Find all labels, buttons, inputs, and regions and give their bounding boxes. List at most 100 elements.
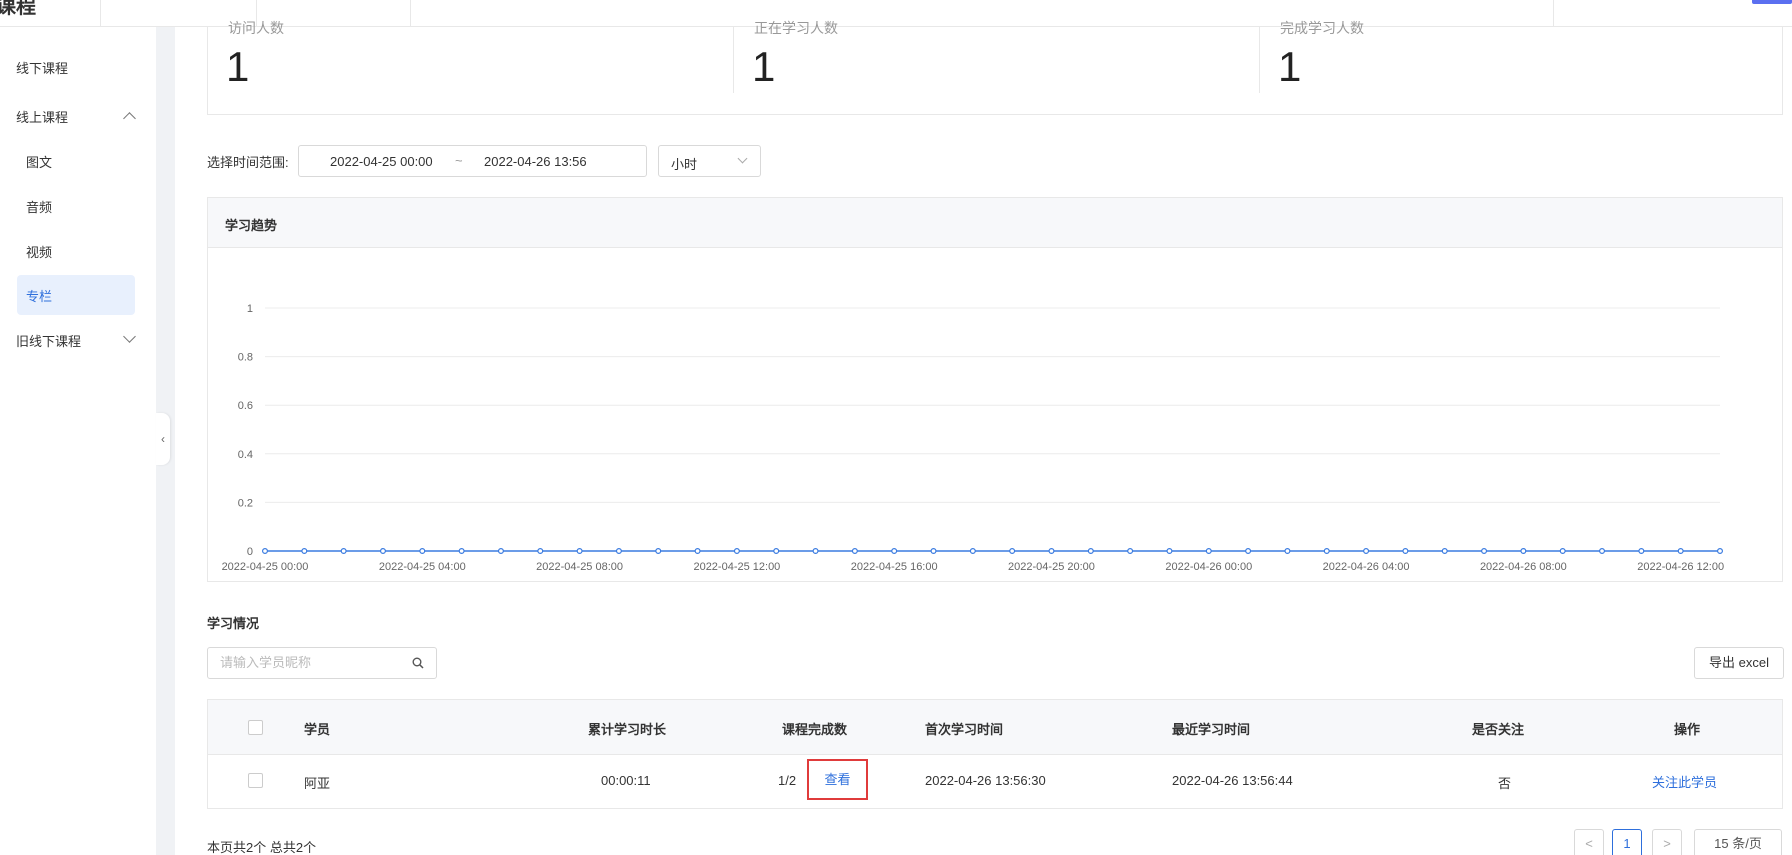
end-date[interactable]: 2022-04-26 13:56: [484, 154, 587, 169]
data-point: [379, 548, 386, 555]
x-tick-label: 2022-04-25 04:00: [379, 561, 466, 573]
y-tick-label: 0: [247, 546, 253, 558]
column-header: 操作: [1674, 722, 1701, 737]
trend-chart: 0 0.2 0.4 0.6 0.8 1 2022-04-25 00:00 2022-04-25…: [222, 303, 1725, 573]
study-duration: 00:00:11: [601, 773, 651, 788]
data-point: [969, 548, 976, 555]
data-point: [1323, 548, 1330, 555]
stat-value: 1: [1278, 43, 1302, 90]
sidebar: 线下课程 线上课程 图文 音频 视频 专栏 旧线下课程: [0, 27, 156, 855]
stat-label: 正在学习人数: [754, 20, 838, 36]
stat-value: 1: [752, 43, 776, 90]
x-tick-label: 2022-04-25 12:00: [693, 561, 780, 573]
data-point: [930, 548, 937, 555]
data-point: [773, 548, 780, 555]
data-point: [537, 548, 544, 555]
data-point: [1481, 548, 1488, 555]
x-tick-label: 2022-04-25 08:00: [536, 561, 623, 573]
data-point: [1716, 548, 1723, 555]
sidebar-item-label: 专栏: [26, 289, 53, 304]
search-icon[interactable]: [412, 657, 424, 669]
last-study-time: 2022-04-26 13:56:44: [1172, 773, 1293, 788]
data-point: [694, 548, 701, 555]
data-point: [891, 548, 898, 555]
data-point: [1048, 548, 1055, 555]
page-size-select[interactable]: 15 条/页: [1694, 829, 1782, 855]
data-point: [1166, 548, 1173, 555]
sidebar-item-offline-course[interactable]: 线下课程: [16, 59, 68, 79]
sidebar-item-online-course[interactable]: 线上课程: [16, 108, 68, 128]
data-point: [1087, 548, 1094, 555]
data-point: [851, 548, 858, 555]
data-point: [1599, 548, 1606, 555]
avatar[interactable]: [1752, 0, 1792, 4]
data-point: [458, 548, 465, 555]
select-all-checkbox[interactable]: [248, 720, 263, 735]
chevron-down-icon: [737, 153, 748, 164]
student-name: 阿亚: [304, 776, 331, 791]
column-header: 课程完成数: [782, 722, 848, 737]
granularity-select[interactable]: 小时: [658, 145, 761, 177]
x-tick-label: 2022-04-25 16:00: [851, 561, 938, 573]
study-table: 学员 累计学习时长 课程完成数 首次学习时间 最近学习时间 是否关注 操作 阿亚…: [207, 699, 1783, 809]
data-point: [1205, 548, 1212, 555]
first-study-time: 2022-04-26 13:56:30: [925, 773, 1046, 788]
data-point: [1284, 548, 1291, 555]
data-point: [655, 548, 662, 555]
export-excel-button[interactable]: 导出 excel: [1694, 647, 1784, 679]
sidebar-item-audio[interactable]: 音频: [26, 197, 52, 216]
data-point: [576, 548, 583, 555]
sidebar-item-graphic[interactable]: 图文: [26, 152, 52, 171]
x-tick-label: 2022-04-25 20:00: [1008, 561, 1095, 573]
trend-chart-card: 学习趋势 0 0.2 0.4 0.6 0.8 1 2022-04-25 00:00 2022-…: [207, 197, 1783, 582]
search-input[interactable]: [220, 655, 400, 670]
column-header: 学员: [304, 722, 331, 737]
data-point: [497, 548, 504, 555]
data-point: [261, 548, 268, 555]
prev-page-button[interactable]: <: [1574, 829, 1604, 855]
x-tick-label: 2022-04-26 12:00: [1637, 561, 1724, 573]
next-page-button[interactable]: >: [1652, 829, 1682, 855]
x-tick-label: 2022-04-26 04:00: [1323, 561, 1410, 573]
table-header: 学员 累计学习时长 课程完成数 首次学习时间 最近学习时间 是否关注 操作: [208, 700, 1782, 755]
data-point: [1127, 548, 1134, 555]
column-header: 最近学习时间: [1172, 722, 1251, 737]
followed-status: 否: [1498, 776, 1512, 791]
y-tick-label: 0.2: [238, 497, 253, 509]
stat-label: 访问人数: [228, 20, 284, 36]
section-title: 学习情况: [207, 616, 260, 631]
stat-learning: 正在学习人数 1: [734, 20, 1260, 115]
data-point: [1363, 548, 1370, 555]
sidebar-item-column[interactable]: 专栏: [17, 275, 135, 315]
start-date[interactable]: 2022-04-25 00:00: [330, 154, 433, 169]
column-header: 是否关注: [1472, 722, 1525, 737]
column-header: 首次学习时间: [925, 722, 1004, 737]
data-point: [812, 548, 819, 555]
page-1-button[interactable]: 1: [1612, 829, 1642, 855]
x-tick-label: 2022-04-26 08:00: [1480, 561, 1567, 573]
data-point: [1441, 548, 1448, 555]
data-point: [340, 548, 347, 555]
search-box[interactable]: [207, 647, 437, 679]
data-point: [301, 548, 308, 555]
collapse-sidebar-handle[interactable]: ‹: [156, 413, 170, 465]
sidebar-item-old-offline-course[interactable]: 旧线下课程: [16, 332, 81, 352]
x-tick-label: 2022-04-26 00:00: [1165, 561, 1252, 573]
view-completion-link[interactable]: 查看: [807, 759, 868, 800]
sidebar-item-video[interactable]: 视频: [26, 242, 52, 261]
data-point: [1402, 548, 1409, 555]
data-point: [1245, 548, 1252, 555]
chevron-down-icon[interactable]: [123, 330, 136, 343]
topbar-divider: [100, 0, 101, 27]
chevron-up-icon[interactable]: [123, 112, 136, 125]
follow-student-link[interactable]: 关注此学员: [1652, 772, 1717, 791]
range-separator: ~: [455, 153, 463, 168]
stats-panel: 访问人数 1 正在学习人数 1 完成学习人数 1: [207, 20, 1783, 115]
row-checkbox[interactable]: [248, 773, 263, 788]
granularity-value: 小时: [671, 157, 698, 172]
y-tick-label: 0.8: [238, 352, 253, 364]
stat-visitors: 访问人数 1: [208, 20, 734, 115]
stat-value: 1: [226, 43, 250, 90]
data-point: [615, 548, 622, 555]
date-range-picker[interactable]: 2022-04-25 00:00 ~ 2022-04-26 13:56: [298, 145, 647, 177]
